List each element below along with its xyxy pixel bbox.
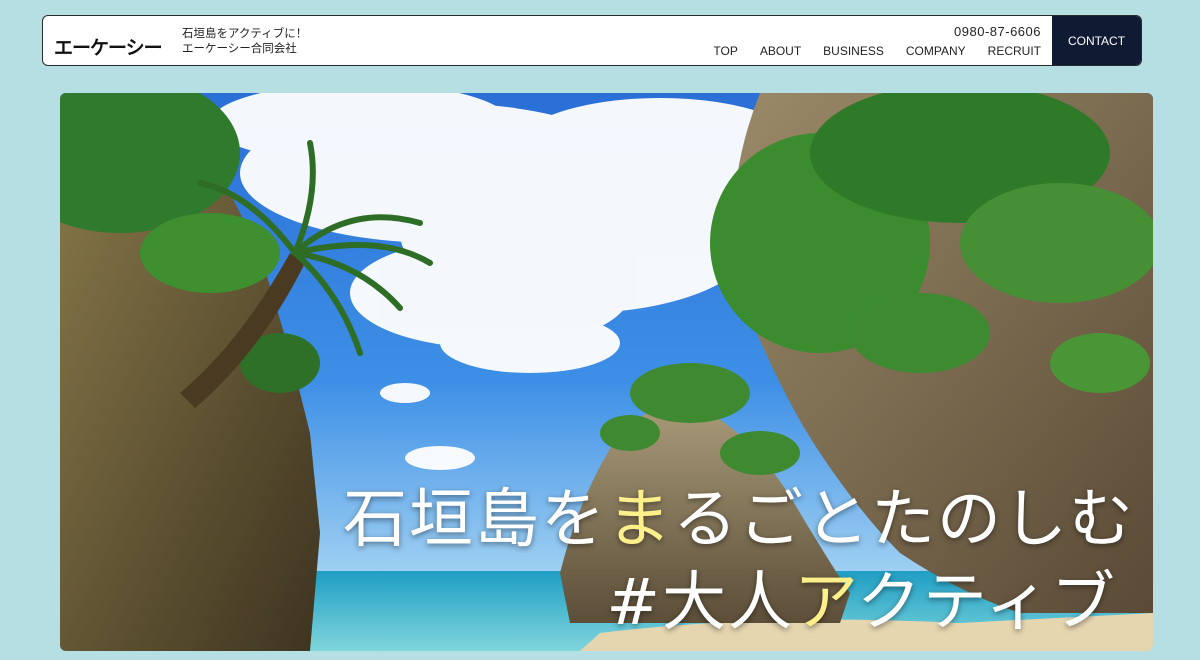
hero-banner: 石垣島をまるごとたのしむ #大人アクティブ	[60, 93, 1153, 651]
contact-button[interactable]: CONTACT	[1052, 16, 1141, 65]
nav-top[interactable]: TOP	[713, 43, 737, 59]
main-nav: TOP ABOUT BUSINESS COMPANY RECRUIT	[691, 43, 1041, 59]
nav-business[interactable]: BUSINESS	[823, 43, 884, 59]
site-tagline: 石垣島をアクティブに！ エーケーシー合同会社	[182, 26, 307, 56]
nav-about[interactable]: ABOUT	[760, 43, 801, 59]
phone-number[interactable]: 0980-87-6606	[954, 24, 1041, 39]
nav-recruit[interactable]: RECRUIT	[988, 43, 1041, 59]
site-logo[interactable]: エーケーシー	[54, 33, 163, 60]
nav-company[interactable]: COMPANY	[906, 43, 966, 59]
site-header: エーケーシー 石垣島をアクティブに！ エーケーシー合同会社 0980-87-66…	[42, 15, 1142, 66]
tagline-line-1: 石垣島をアクティブに！	[182, 26, 308, 40]
tagline-line-2: エーケーシー合同会社	[182, 41, 297, 55]
hero-photo	[60, 93, 1153, 651]
